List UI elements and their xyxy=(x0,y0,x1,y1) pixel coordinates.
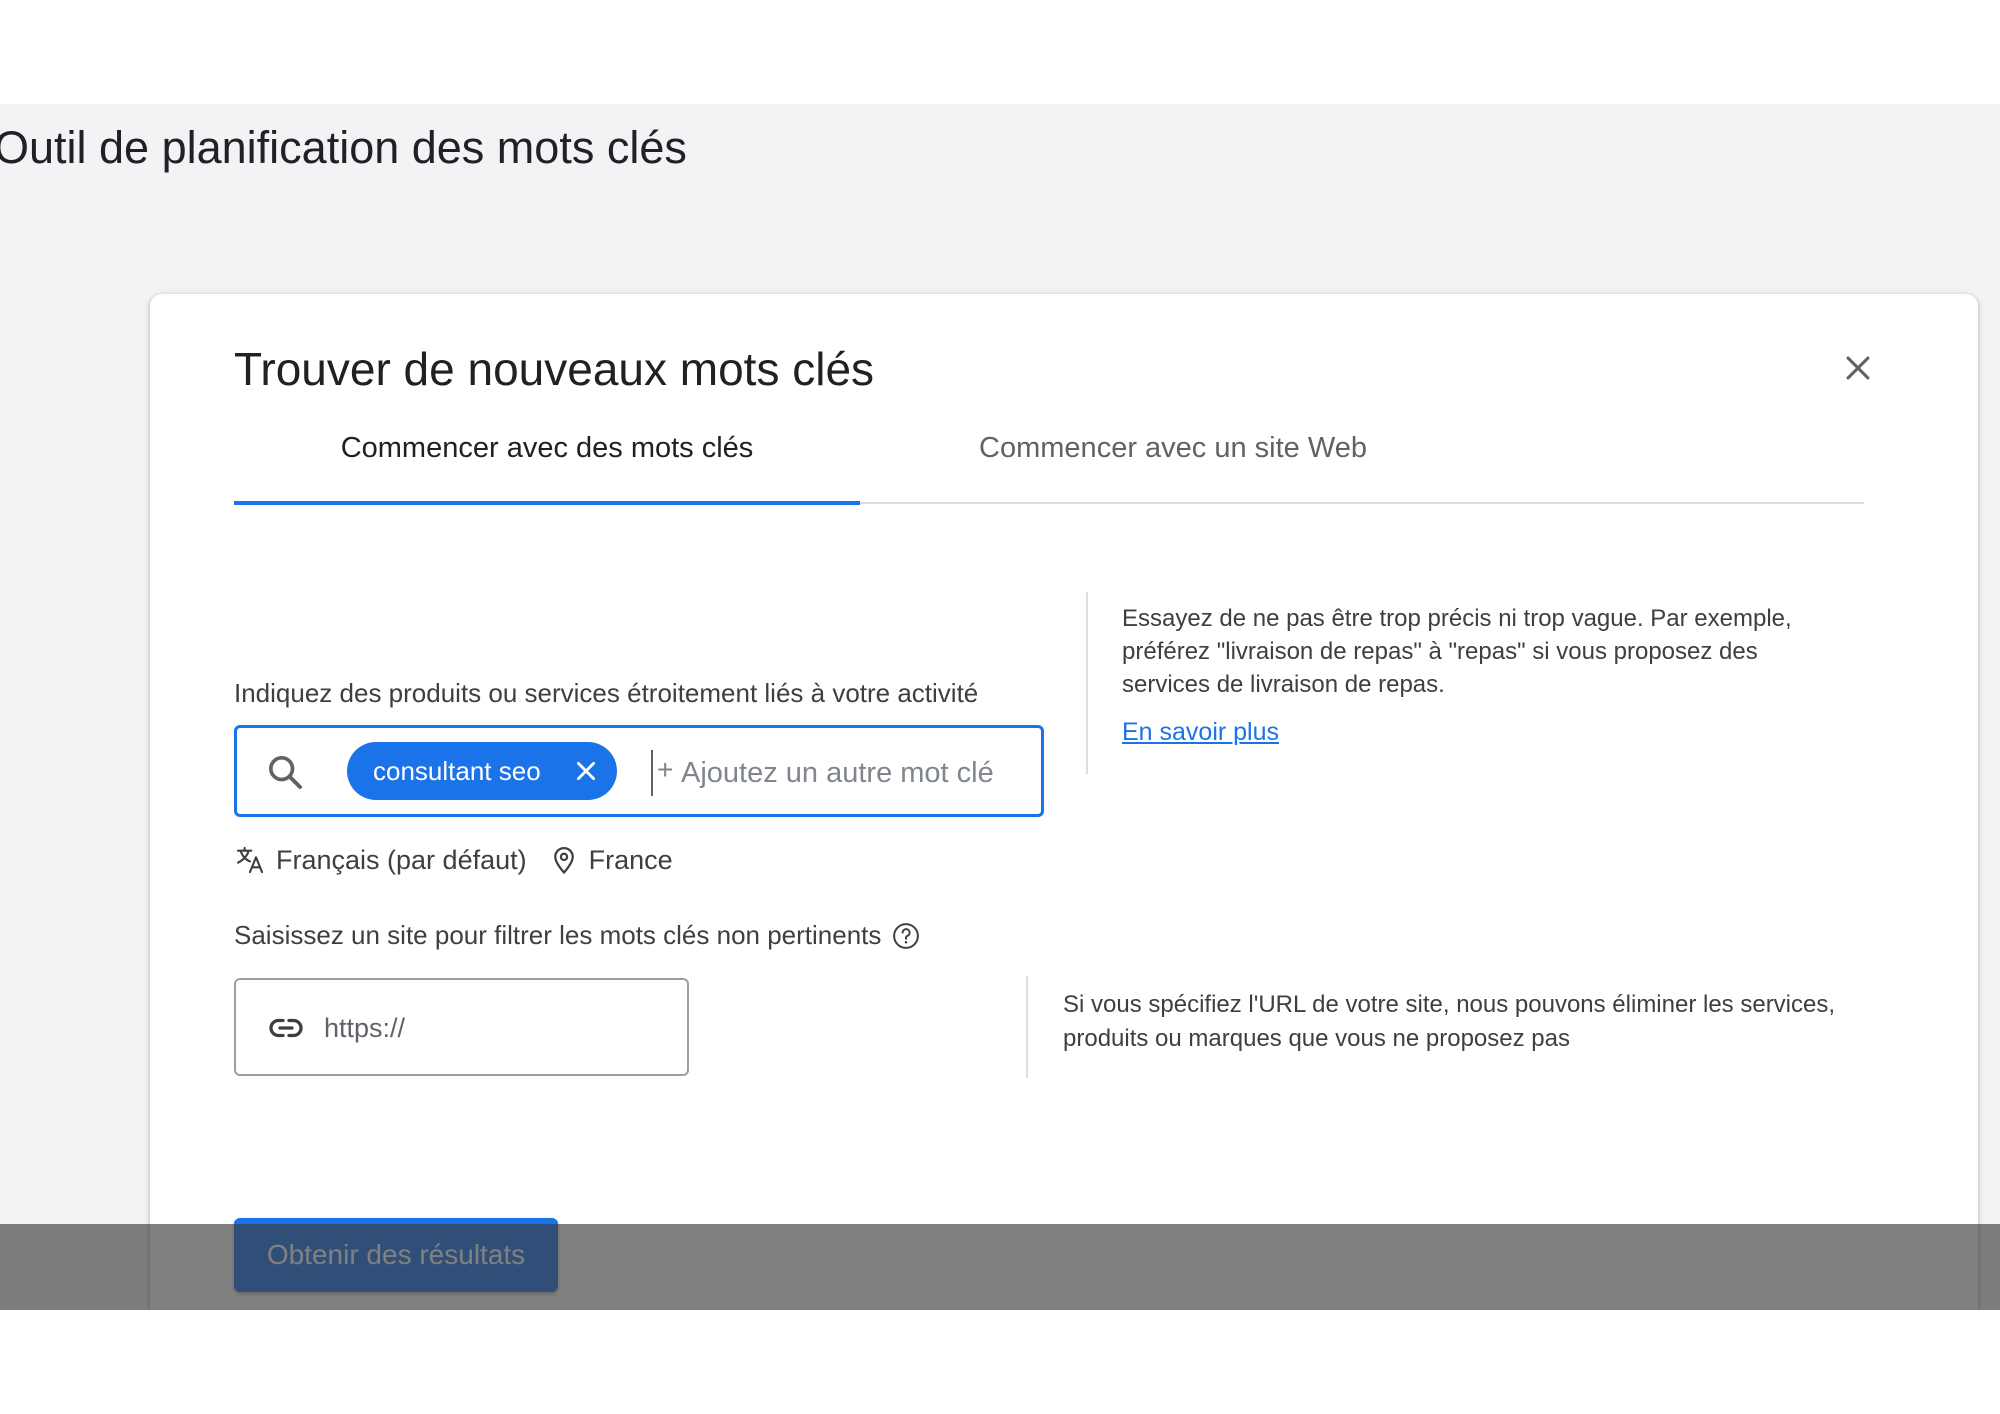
location-setting[interactable]: France xyxy=(549,844,673,876)
site-url-input[interactable] xyxy=(322,1006,666,1050)
language-setting[interactable]: Français (par défaut) xyxy=(234,844,527,876)
site-filter-label: Saisissez un site pour filtrer les mots … xyxy=(234,920,921,951)
language-label: Français (par défaut) xyxy=(276,844,527,875)
keyword-chip-label: consultant seo xyxy=(373,755,541,786)
dialog-title: Trouver de nouveaux mots clés xyxy=(234,343,875,395)
site-hint: Si vous spécifiez l'URL de votre site, n… xyxy=(1063,991,1836,1052)
close-icon xyxy=(577,762,595,780)
tab-website[interactable]: Commencer avec un site Web xyxy=(860,394,1486,502)
tab-keywords-label: Commencer avec des mots clés xyxy=(340,431,754,464)
keyword-chip: consultant seo xyxy=(347,742,617,800)
page-title: Outil de planification des mots clés xyxy=(0,122,687,173)
tab-bar: Commencer avec des mots clés Commencer a… xyxy=(234,394,1864,505)
site-filter-label-text: Saisissez un site pour filtrer les mots … xyxy=(234,920,882,950)
targeting-settings: Français (par défaut) France xyxy=(234,840,673,880)
close-button[interactable] xyxy=(1830,340,1886,396)
help-icon[interactable] xyxy=(891,921,921,951)
app-area: Outil de planification des mots clés Tro… xyxy=(0,104,2000,1310)
close-icon xyxy=(1846,356,1870,380)
link-icon xyxy=(269,1018,303,1038)
get-results-button[interactable]: Obtenir des résultats xyxy=(234,1218,558,1292)
chip-remove-button[interactable] xyxy=(571,756,601,786)
site-url-field[interactable] xyxy=(234,978,689,1076)
keywords-input-box[interactable]: consultant seo + xyxy=(234,725,1063,817)
keywords-label: Indiquez des produits ou services étroit… xyxy=(234,678,979,708)
divider xyxy=(1026,976,1028,1078)
location-label: France xyxy=(588,844,673,875)
location-pin-icon xyxy=(553,847,574,875)
keywords-hint: Essayez de ne pas être trop précis ni tr… xyxy=(1122,605,1792,698)
divider xyxy=(1086,592,1088,774)
search-icon xyxy=(269,756,302,789)
tab-website-label: Commencer avec un site Web xyxy=(979,431,1367,464)
keyword-dialog: Trouver de nouveaux mots clés Commencer … xyxy=(150,294,1978,1310)
translate-icon xyxy=(236,846,264,874)
learn-more-link[interactable]: En savoir plus xyxy=(1122,718,1279,747)
tab-keywords[interactable]: Commencer avec des mots clés xyxy=(234,394,860,505)
keyword-text-input[interactable] xyxy=(651,750,1063,796)
